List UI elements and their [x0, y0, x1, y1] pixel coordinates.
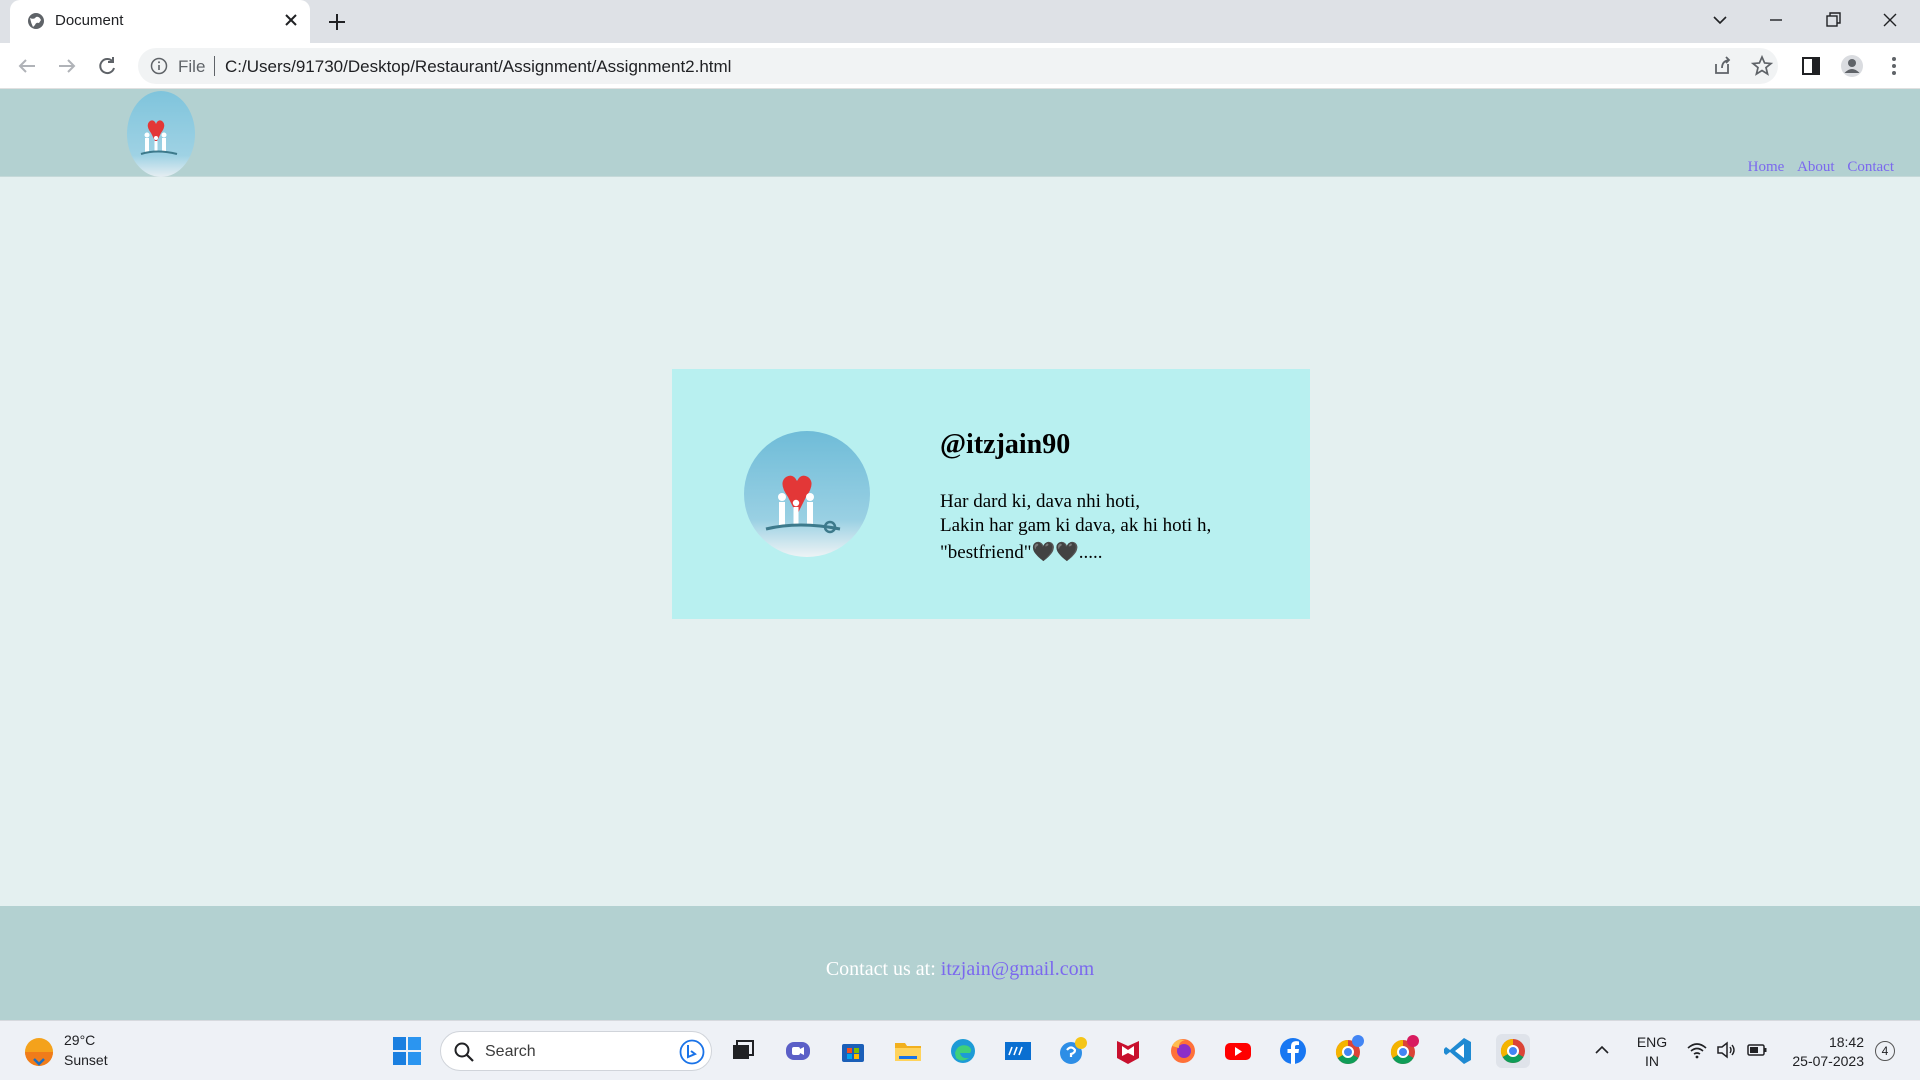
- profile-card: @itzjain90 Har dard ki, dava nhi hoti, L…: [672, 369, 1310, 619]
- new-tab-icon[interactable]: [324, 9, 350, 35]
- microsoft-store-icon[interactable]: [836, 1034, 870, 1068]
- back-icon[interactable]: [13, 52, 41, 80]
- footer-contact: Contact us at: itzjain@gmail.com: [0, 958, 1920, 981]
- url-scheme: File: [178, 57, 206, 76]
- youtube-icon[interactable]: [1221, 1034, 1255, 1068]
- vscode-icon[interactable]: [1441, 1034, 1475, 1068]
- nav-home-link[interactable]: Home: [1748, 159, 1785, 175]
- profile-icon[interactable]: [1838, 52, 1866, 80]
- minimize-icon[interactable]: [1760, 6, 1792, 34]
- heart-family-icon: [744, 431, 870, 557]
- tab-title: Document: [55, 12, 124, 29]
- profile-handle: @itzjain90: [940, 429, 1071, 460]
- search-icon: [454, 1042, 474, 1062]
- myhp-icon[interactable]: [1001, 1034, 1035, 1068]
- url-separator: [214, 56, 215, 76]
- bio-line-1: Har dard ki, dava nhi hoti,: [940, 491, 1140, 512]
- language-code: ENG: [1636, 1034, 1668, 1050]
- forward-icon[interactable]: [53, 52, 81, 80]
- edge-browser-icon[interactable]: [946, 1034, 980, 1068]
- clock-date: 25-07-2023: [1792, 1053, 1864, 1069]
- restore-icon[interactable]: [1817, 6, 1849, 34]
- bookmark-star-icon[interactable]: [1748, 52, 1776, 80]
- bing-icon[interactable]: [679, 1039, 705, 1065]
- browser-tab[interactable]: Document: [10, 0, 310, 43]
- get-help-icon[interactable]: [1056, 1034, 1090, 1068]
- profile-bio: Har dard ki, dava nhi hoti, Lakin har ga…: [940, 490, 1211, 565]
- menu-icon[interactable]: [1880, 52, 1908, 80]
- chrome-profile-a-icon[interactable]: [1331, 1034, 1365, 1068]
- taskbar-search[interactable]: Search: [440, 1031, 712, 1071]
- show-hidden-icons-chevron-icon[interactable]: [1591, 1039, 1613, 1061]
- facebook-icon[interactable]: [1276, 1034, 1310, 1068]
- footer-email-link[interactable]: itzjain@gmail.com: [941, 958, 1094, 980]
- firefox-icon[interactable]: [1166, 1034, 1200, 1068]
- browser-tab-strip: Document: [0, 0, 1920, 43]
- task-view-icon[interactable]: [726, 1034, 760, 1068]
- weather-desc: Sunset: [64, 1052, 108, 1068]
- bio-line-3: "bestfriend"🖤🖤.....: [940, 542, 1103, 563]
- reload-icon[interactable]: [93, 52, 121, 80]
- language-indicator[interactable]: ENG IN: [1632, 1033, 1672, 1071]
- weather-temp: 29°C: [64, 1032, 96, 1048]
- footer-label: Contact us at:: [825, 958, 941, 980]
- chrome-active-icon[interactable]: [1496, 1034, 1530, 1068]
- volume-icon[interactable]: [1715, 1039, 1737, 1061]
- globe-icon: [28, 13, 44, 29]
- windows-start-icon[interactable]: [391, 1035, 423, 1067]
- main-nav: Home About Contact: [1739, 159, 1894, 176]
- mcafee-icon[interactable]: [1111, 1034, 1145, 1068]
- browser-toolbar: File C:/Users/91730/Desktop/Restaurant/A…: [0, 43, 1920, 89]
- system-clock[interactable]: 18:42 25-07-2023: [1780, 1033, 1864, 1071]
- region-code: IN: [1645, 1053, 1659, 1069]
- site-header: Home About Contact: [0, 89, 1920, 177]
- window-close-icon[interactable]: [1874, 6, 1906, 34]
- site-footer: Contact us at: itzjain@gmail.com: [0, 906, 1920, 1020]
- site-info-icon[interactable]: [150, 57, 168, 75]
- side-panel-icon[interactable]: [1797, 52, 1825, 80]
- sunset-weather-icon[interactable]: [22, 1035, 56, 1069]
- profile-avatar: [744, 431, 870, 557]
- nav-contact-link[interactable]: Contact: [1847, 159, 1894, 175]
- wifi-icon[interactable]: [1686, 1039, 1708, 1061]
- share-icon[interactable]: [1708, 52, 1736, 80]
- heart-family-icon: [127, 91, 195, 177]
- search-placeholder: Search: [485, 1043, 536, 1060]
- address-bar[interactable]: File C:/Users/91730/Desktop/Restaurant/A…: [138, 48, 1778, 84]
- nav-about-link[interactable]: About: [1797, 159, 1835, 175]
- tab-search-chevron-icon[interactable]: [1704, 6, 1736, 34]
- notification-badge[interactable]: 4: [1875, 1041, 1895, 1061]
- chrome-profile-b-icon[interactable]: [1386, 1034, 1420, 1068]
- file-explorer-icon[interactable]: [891, 1034, 925, 1068]
- bio-line-2: Lakin har gam ki dava, ak hi hoti h,: [940, 515, 1212, 536]
- battery-icon[interactable]: [1746, 1039, 1768, 1061]
- close-tab-icon[interactable]: [280, 9, 302, 31]
- chat-icon[interactable]: [781, 1034, 815, 1068]
- url-text[interactable]: C:/Users/91730/Desktop/Restaurant/Assign…: [225, 57, 731, 77]
- logo-image: [127, 91, 195, 177]
- taskbar: 29°C Sunset Search ENG IN 18:42 25-07-20…: [0, 1020, 1920, 1080]
- clock-time: 18:42: [1828, 1034, 1864, 1050]
